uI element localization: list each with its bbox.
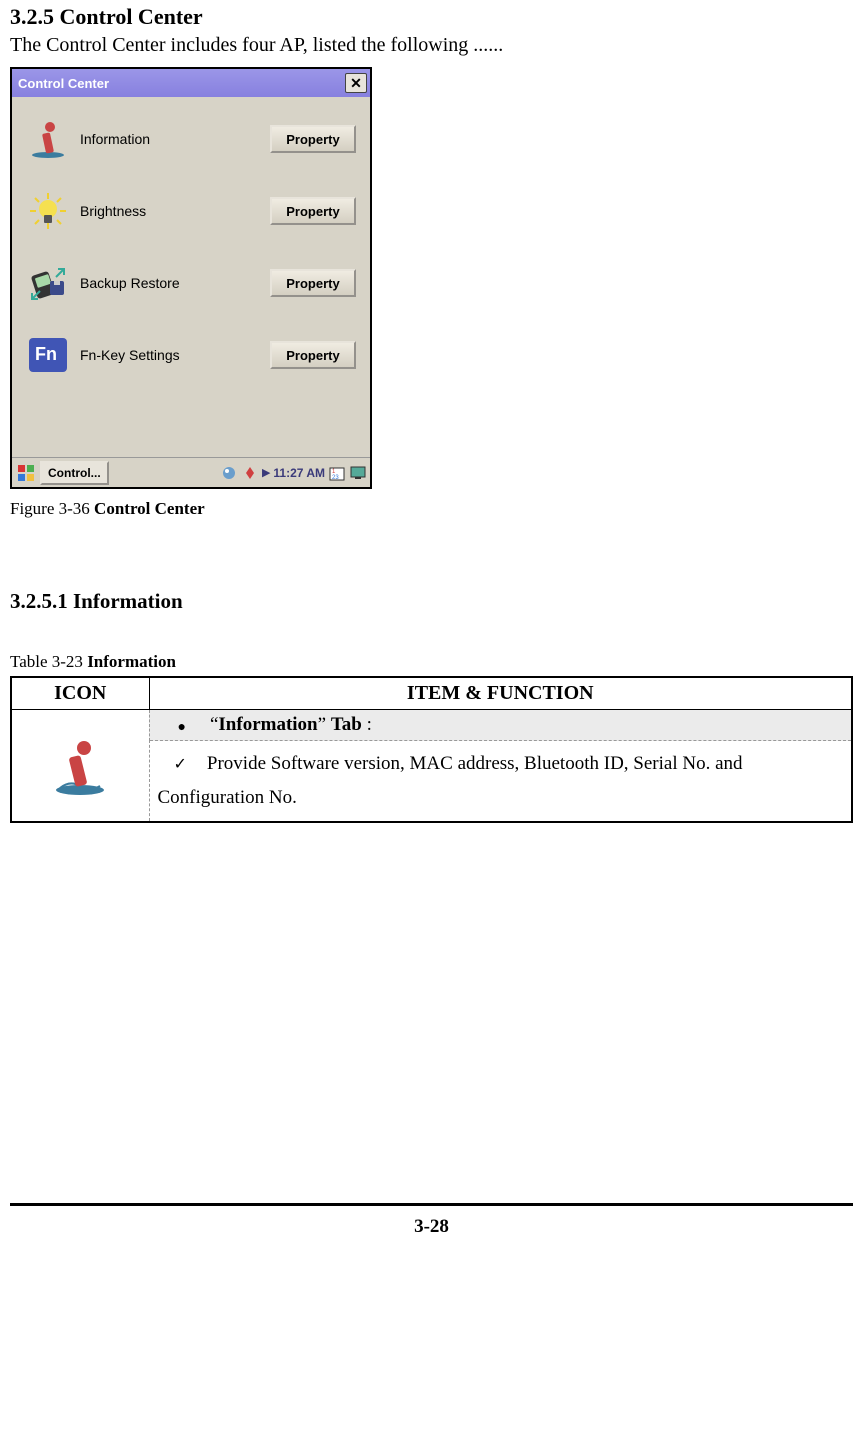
- svg-text:Fn: Fn: [35, 344, 57, 364]
- subsection-heading: 3.2.5.1 Information: [10, 589, 853, 614]
- table-tab-cell: ●“Information” Tab :: [149, 710, 852, 741]
- table-desc-cell: ✓Provide Software version, MAC address, …: [149, 741, 852, 823]
- close-icon: ✕: [350, 75, 362, 92]
- row-label: Information: [80, 131, 270, 147]
- row-backup-restore: Backup Restore Property: [26, 261, 356, 305]
- table-caption: Table 3-23 Information: [10, 652, 853, 672]
- table-icon-cell: [11, 710, 149, 823]
- row-label: Brightness: [80, 203, 270, 219]
- titlebar: Control Center ✕: [12, 69, 370, 97]
- tray-icon-calendar[interactable]: 123: [328, 464, 346, 482]
- row-label: Backup Restore: [80, 275, 270, 291]
- table-header-item: ITEM & FUNCTION: [149, 677, 852, 710]
- intro-text: The Control Center includes four AP, lis…: [10, 34, 853, 57]
- row-label: Fn-Key Settings: [80, 347, 270, 363]
- taskbar-clock[interactable]: 11:27 AM: [273, 466, 325, 480]
- property-button[interactable]: Property: [270, 269, 356, 297]
- tab-colon: :: [362, 714, 372, 735]
- control-center-window: Control Center ✕ Information Property: [10, 67, 372, 489]
- row-fnkey: Fn Fn-Key Settings Property: [26, 333, 356, 377]
- table-caption-bold: Information: [87, 652, 176, 671]
- figure-caption-bold: Control Center: [94, 499, 205, 518]
- table-caption-prefix: Table 3-23: [10, 652, 87, 671]
- row-information: Information Property: [26, 117, 356, 161]
- property-button[interactable]: Property: [270, 197, 356, 225]
- check-icon: ✓: [158, 756, 207, 773]
- tray-icon-2[interactable]: [241, 464, 259, 482]
- tab-quote-close: ”: [318, 714, 331, 735]
- tray-arrow-icon[interactable]: ▶: [262, 466, 270, 479]
- page-number: 3-28: [10, 1203, 853, 1238]
- svg-text:23: 23: [332, 475, 339, 481]
- window-title: Control Center: [18, 76, 109, 91]
- taskbar-task[interactable]: Control...: [40, 461, 109, 485]
- tray-icon-desktop[interactable]: [349, 464, 367, 482]
- desc-text: Provide Software version, MAC address, B…: [158, 753, 743, 808]
- figure-caption-prefix: Figure 3-36: [10, 499, 94, 518]
- brightness-icon: [26, 189, 70, 233]
- start-icon[interactable]: [15, 462, 37, 484]
- information-icon: [26, 117, 70, 161]
- tab-name: Information: [218, 714, 317, 735]
- information-icon: [50, 736, 110, 796]
- section-heading: 3.2.5 Control Center: [10, 4, 853, 30]
- window-body: Information Property Brightness Propert: [12, 97, 370, 457]
- property-button[interactable]: Property: [270, 125, 356, 153]
- tab-word: Tab: [331, 714, 362, 735]
- information-table: ICON ITEM & FUNCTION ●“Information” Tab …: [10, 676, 853, 823]
- property-button[interactable]: Property: [270, 341, 356, 369]
- taskbar: Control... ▶ 11:27 AM 123: [12, 457, 370, 487]
- row-brightness: Brightness Property: [26, 189, 356, 233]
- fnkey-icon: Fn: [26, 333, 70, 377]
- figure-caption: Figure 3-36 Control Center: [10, 499, 853, 519]
- close-button[interactable]: ✕: [345, 73, 367, 93]
- backup-restore-icon: [26, 261, 70, 305]
- bullet-icon: ●: [158, 718, 210, 734]
- tray-icon-1[interactable]: [220, 464, 238, 482]
- table-header-icon: ICON: [11, 677, 149, 710]
- tray: ▶ 11:27 AM 123: [220, 464, 367, 482]
